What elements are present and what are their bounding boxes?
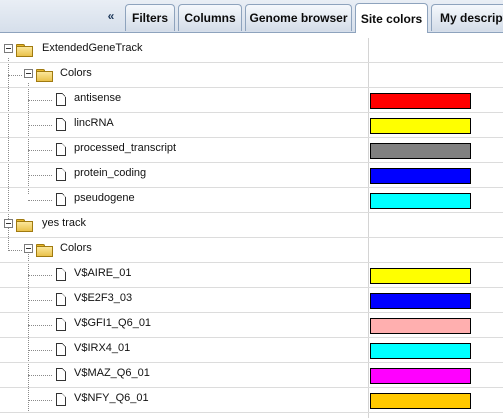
tab-bar: « Filters Columns Genome browser Site co… xyxy=(0,0,503,33)
document-icon xyxy=(56,293,66,306)
color-item-label: V$IRX4_01 xyxy=(74,342,131,354)
color-swatch[interactable] xyxy=(370,168,471,184)
document-icon xyxy=(56,93,66,106)
tree-connector xyxy=(28,325,52,326)
tree-connector xyxy=(8,250,22,251)
color-swatch[interactable] xyxy=(370,343,471,359)
collapse-toggle-icon[interactable] xyxy=(4,44,13,53)
color-item-row[interactable]: V$AIRE_01 xyxy=(0,263,503,288)
color-swatch[interactable] xyxy=(370,293,471,309)
document-icon xyxy=(56,143,66,156)
tree-connector xyxy=(28,300,52,301)
tree-connector xyxy=(28,100,52,101)
tree-connector xyxy=(28,350,52,351)
colors-group-label: Colors xyxy=(60,67,92,79)
tree-connector xyxy=(28,175,52,176)
color-item-row[interactable]: V$NFY_Q6_01 xyxy=(0,388,503,413)
color-item-row[interactable]: V$GFI1_Q6_01 xyxy=(0,313,503,338)
tree-connector xyxy=(8,75,22,76)
colors-group-label: Colors xyxy=(60,242,92,254)
open-folder-icon xyxy=(36,244,53,257)
tab-genome-browser[interactable]: Genome browser xyxy=(245,4,352,31)
color-item-row[interactable]: V$MAZ_Q6_01 xyxy=(0,363,503,388)
track-label: yes track xyxy=(42,217,87,229)
color-item-label: processed_transcript xyxy=(74,142,177,154)
tree-node-track[interactable]: yes track xyxy=(0,213,503,238)
color-item-row[interactable]: pseudogene xyxy=(0,188,503,213)
color-swatch[interactable] xyxy=(370,93,471,109)
tree-connector xyxy=(28,125,52,126)
tree-node-track[interactable]: ExtendedGeneTrack xyxy=(0,38,503,63)
color-item-label: protein_coding xyxy=(74,167,147,179)
tab-my-description[interactable]: My descript xyxy=(431,4,503,31)
color-swatch[interactable] xyxy=(370,143,471,159)
collapse-toggle-icon[interactable] xyxy=(4,219,13,228)
color-item-row[interactable]: processed_transcript xyxy=(0,138,503,163)
color-swatch[interactable] xyxy=(370,268,471,284)
document-icon xyxy=(56,318,66,331)
color-swatch[interactable] xyxy=(370,318,471,334)
tree-node-colors[interactable]: Colors xyxy=(0,63,503,88)
color-swatch[interactable] xyxy=(370,193,471,209)
document-icon xyxy=(56,368,66,381)
document-icon xyxy=(56,118,66,131)
tree-node-colors[interactable]: Colors xyxy=(0,238,503,263)
tab-filters[interactable]: Filters xyxy=(125,4,175,31)
color-swatch[interactable] xyxy=(370,368,471,384)
site-colors-tree: ExtendedGeneTrack Colors antisense lincR… xyxy=(0,38,503,418)
open-folder-icon xyxy=(16,44,33,57)
tree-connector xyxy=(28,275,52,276)
color-item-label: V$AIRE_01 xyxy=(74,267,132,279)
color-item-label: pseudogene xyxy=(74,192,135,204)
color-item-label: V$E2F3_03 xyxy=(74,292,133,304)
open-folder-icon xyxy=(36,69,53,82)
color-swatch[interactable] xyxy=(370,118,471,134)
color-swatch[interactable] xyxy=(370,393,471,409)
track-label: ExtendedGeneTrack xyxy=(42,42,143,54)
tree-connector xyxy=(28,375,52,376)
color-item-label: V$GFI1_Q6_01 xyxy=(74,317,152,329)
color-item-row[interactable]: lincRNA xyxy=(0,113,503,138)
color-item-label: antisense xyxy=(74,92,122,104)
color-item-row[interactable]: antisense xyxy=(0,88,503,113)
tab-site-colors[interactable]: Site colors xyxy=(355,3,428,33)
color-item-label: lincRNA xyxy=(74,117,114,129)
document-icon xyxy=(56,268,66,281)
collapse-toggle-icon[interactable] xyxy=(24,244,33,253)
document-icon xyxy=(56,343,66,356)
tab-columns[interactable]: Columns xyxy=(178,4,242,31)
color-item-label: V$NFY_Q6_01 xyxy=(74,392,149,404)
color-item-row[interactable]: V$IRX4_01 xyxy=(0,338,503,363)
document-icon xyxy=(56,393,66,406)
color-item-row[interactable]: protein_coding xyxy=(0,163,503,188)
collapse-toggle-icon[interactable] xyxy=(24,69,33,78)
open-folder-icon xyxy=(16,219,33,232)
collapse-panel-button[interactable]: « xyxy=(100,5,122,27)
document-icon xyxy=(56,193,66,206)
tree-connector xyxy=(28,400,52,401)
color-item-label: V$MAZ_Q6_01 xyxy=(74,367,150,379)
document-icon xyxy=(56,168,66,181)
color-item-row[interactable]: V$E2F3_03 xyxy=(0,288,503,313)
tree-connector xyxy=(28,200,52,201)
tree-connector xyxy=(28,150,52,151)
